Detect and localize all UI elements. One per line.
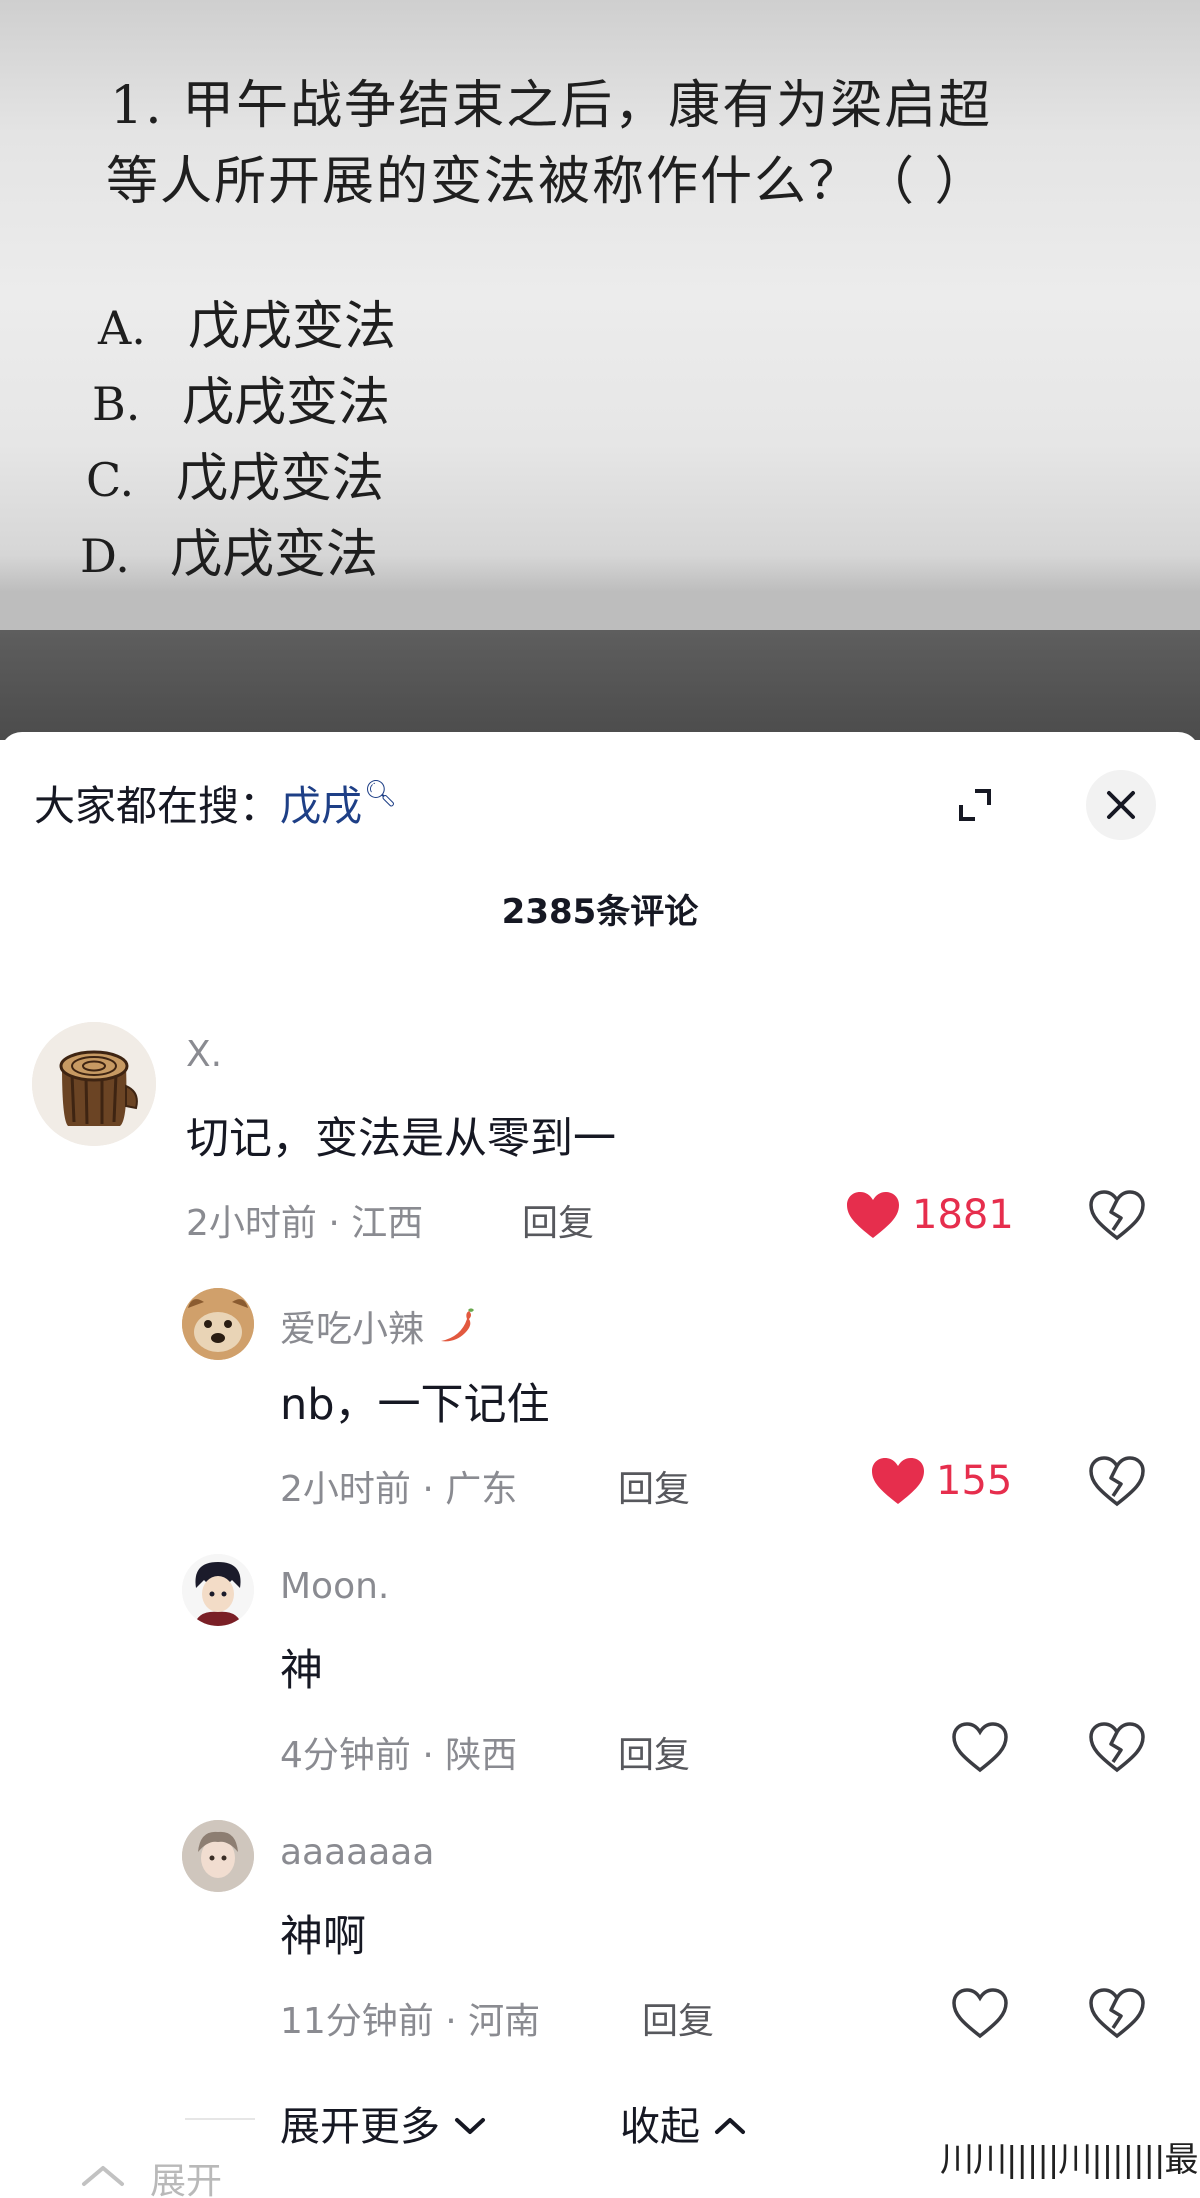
reply-button[interactable]: 回复 <box>618 1460 690 1512</box>
fullscreen-button[interactable] <box>940 770 1010 840</box>
divider <box>185 2118 255 2120</box>
comment-time-location: 2小时前 · 广东 <box>280 1469 518 1510</box>
option-c: C. 戊戌变法 <box>86 436 384 511</box>
search-suggestion-keyword[interactable]: 戊戌 <box>280 782 362 830</box>
anime-character-avatar-image <box>182 1554 254 1626</box>
person-avatar-image <box>182 1820 254 1892</box>
broken-heart-icon[interactable] <box>1089 1722 1145 1774</box>
heart-filled-icon[interactable] <box>845 1190 901 1242</box>
avatar[interactable] <box>182 1820 254 1892</box>
reply-button[interactable]: 回复 <box>522 1194 594 1246</box>
bottom-expand-button[interactable]: 展开 <box>150 2152 222 2198</box>
avatar[interactable] <box>32 1022 156 1146</box>
reply-button[interactable]: 回复 <box>642 1992 714 2044</box>
question-line-2: 等人所开展的变法被称作什么？（ ） <box>106 152 989 212</box>
option-letter: D. <box>80 529 130 583</box>
comment-time-location: 11分钟前 · 河南 <box>280 2001 541 2042</box>
comment-username[interactable]: aaaaaaa <box>280 1832 434 1873</box>
option-b: B. 戊戌变法 <box>92 360 390 435</box>
search-icon: 🔍︎ <box>364 779 398 809</box>
heart-filled-icon[interactable] <box>870 1456 926 1508</box>
broken-heart-icon[interactable] <box>1089 1190 1145 1242</box>
option-d: D. 戊戌变法 <box>80 512 378 587</box>
comment-text: 神啊 <box>280 1912 366 1962</box>
watermark: 川川|||||川|||||||最 <box>940 2140 1198 2180</box>
heart-outline-icon[interactable] <box>952 1722 1008 1774</box>
dog-avatar-image <box>182 1288 254 1360</box>
comment-count-title: 2385条评论 <box>501 892 699 932</box>
option-a: A. 戊戌变法 <box>98 284 396 359</box>
comment-text: 神 <box>280 1646 323 1696</box>
option-letter: C. <box>86 453 135 507</box>
search-suggestion-prefix: 大家都在搜： <box>34 782 280 830</box>
broken-heart-icon[interactable] <box>1089 1988 1145 2040</box>
tree-stump-avatar-image <box>32 1022 156 1146</box>
chevron-up-icon <box>714 2118 745 2134</box>
video-shadow-band <box>0 630 1200 740</box>
search-suggestion[interactable]: 大家都在搜：戊戌🔍︎ <box>34 772 397 832</box>
comment-text: 切记，变法是从零到一 <box>186 1114 616 1164</box>
comment-username[interactable]: 爱吃小辣 <box>280 1300 475 1352</box>
option-text: 戊戌变法 <box>182 373 391 433</box>
close-button[interactable] <box>1086 770 1156 840</box>
chevron-down-icon <box>454 2118 485 2134</box>
broken-heart-icon[interactable] <box>1089 1456 1145 1508</box>
option-letter: B. <box>92 377 141 431</box>
comment-username[interactable]: Moon. <box>280 1566 389 1607</box>
video-frame[interactable]: 1. 甲午战争结束之后，康有为梁启超 等人所开展的变法被称作什么？（ ） A. 戊… <box>0 0 1200 740</box>
chevron-up-icon[interactable] <box>78 2160 128 2190</box>
option-text: 戊戌变法 <box>176 449 385 509</box>
close-icon <box>1107 791 1135 819</box>
comment-username[interactable]: X. <box>186 1034 222 1075</box>
chili-pepper-icon <box>441 1308 475 1342</box>
avatar[interactable] <box>182 1288 254 1360</box>
heart-outline-icon[interactable] <box>952 1988 1008 2040</box>
comment-sheet: 大家都在搜：戊戌🔍︎ 2385条评论 X. 切记，变法是从零到一 2小时前 · … <box>0 732 1200 2198</box>
expand-icon <box>959 789 991 821</box>
comment-time-location: 2小时前 · 江西 <box>186 1203 424 1244</box>
expand-more-replies-button[interactable]: 展开更多 <box>280 2094 487 2152</box>
collapse-replies-button[interactable]: 收起 <box>620 2094 747 2152</box>
avatar[interactable] <box>182 1554 254 1626</box>
expand-more-label: 展开更多 <box>280 2104 440 2150</box>
question-text: 1. 甲午战争结束之后，康有为梁启超 等人所开展的变法被称作什么？（ ） <box>106 68 1110 220</box>
question-line-1: 1. 甲午战争结束之后，康有为梁启超 <box>110 76 993 136</box>
option-letter: A. <box>98 301 146 355</box>
option-text: 戊戌变法 <box>170 525 379 585</box>
like-count: 155 <box>936 1458 1013 1504</box>
like-count: 1881 <box>912 1192 1014 1238</box>
collapse-label: 收起 <box>620 2104 700 2150</box>
option-text: 戊戌变法 <box>188 297 397 357</box>
comment-text: nb，一下记住 <box>280 1380 550 1430</box>
username-text: 爱吃小辣 <box>280 1309 425 1350</box>
comment-time-location: 4分钟前 · 陕西 <box>280 1735 518 1776</box>
reply-button[interactable]: 回复 <box>618 1726 690 1778</box>
